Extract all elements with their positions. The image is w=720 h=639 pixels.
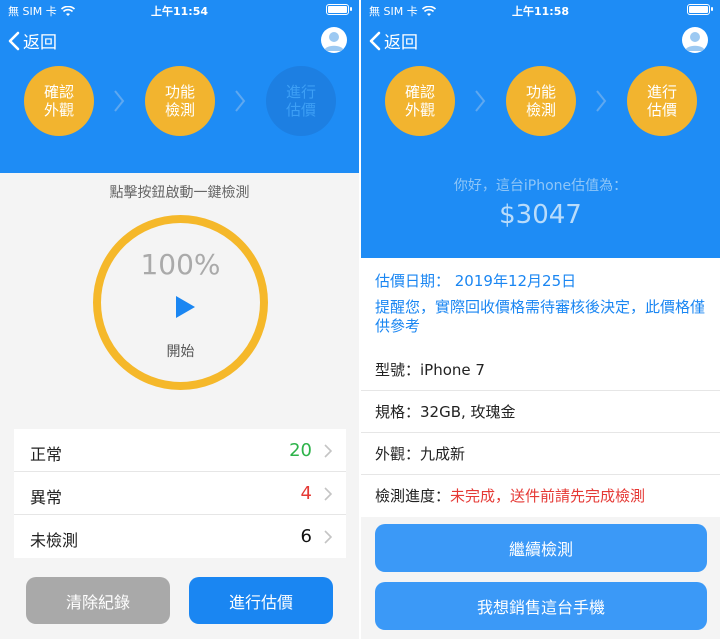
spec-value: iPhone 7	[420, 361, 485, 379]
estimate-note: 提醒您，實際回收價格需待審核後決定，此價格僅供參考	[375, 298, 706, 335]
step-label-line1: 進行	[285, 83, 316, 101]
chevron-left-icon	[8, 31, 20, 50]
battery-icon	[326, 4, 352, 15]
chevron-right-icon	[235, 90, 246, 112]
step-label-line1: 功能	[525, 83, 556, 101]
status-bar: 無 SIM 卡 上午11:54	[0, 0, 359, 20]
status-time: 上午11:54	[150, 5, 208, 18]
instruction-text: 點擊按鈕啟動一鍵檢測	[109, 185, 250, 201]
step-label-line2: 估價	[285, 101, 316, 119]
user-silhouette-icon	[324, 32, 344, 51]
result-row-abnormal[interactable]: 異常 4	[14, 472, 346, 515]
step-label-line2: 外觀	[404, 101, 435, 119]
progress-percent: 100%	[140, 248, 221, 281]
step-indicator: 確認 外觀 功能 檢測 進行 估價	[361, 66, 720, 136]
step-confirm-appearance: 確認 外觀	[24, 66, 94, 136]
sell-phone-button[interactable]: 我想銷售這台手機	[375, 582, 707, 630]
status-time: 上午11:58	[511, 5, 569, 18]
chevron-left-icon	[369, 31, 381, 50]
step-label-line1: 功能	[164, 83, 195, 101]
device-spec-list: 型號：iPhone 7 規格：32GB, 玫瑰金 外觀：九成新 檢測進度：未完成…	[361, 349, 720, 517]
result-row-normal[interactable]: 正常 20	[14, 429, 346, 472]
spec-label: 型號：	[375, 361, 421, 379]
estimate-date: 估價日期： 2019年12月25日	[375, 272, 577, 290]
chevron-right-icon	[596, 90, 607, 112]
spec-warning-value: 未完成，送件前請先完成檢測	[450, 487, 646, 505]
battery-fill	[328, 6, 347, 13]
check-screen: 無 SIM 卡 上午11:54 返回 確認 外觀 功能 檢測 進行 估價 點擊按鈕啟動…	[0, 0, 359, 639]
step-label: 功能 檢測	[526, 83, 556, 119]
spec-model: 型號：iPhone 7	[361, 349, 720, 391]
spec-value: 九成新	[420, 445, 466, 463]
step-estimate: 進行 估價	[266, 66, 336, 136]
step-label-line2: 檢測	[525, 101, 556, 119]
chevron-right-icon	[475, 90, 486, 112]
status-bar: 無 SIM 卡 上午11:58	[361, 0, 720, 20]
back-label: 返回	[384, 33, 418, 53]
chevron-right-icon	[324, 487, 332, 501]
row-label: 正常	[30, 445, 63, 464]
back-button[interactable]: 返回	[8, 28, 57, 53]
row-label: 異常	[30, 488, 63, 507]
nav-bar: 返回	[0, 24, 359, 58]
spec-label: 外觀：	[375, 445, 421, 463]
step-label: 確認 外觀	[44, 83, 74, 119]
user-silhouette-icon	[685, 32, 705, 51]
continue-check-button[interactable]: 繼續檢測	[375, 524, 707, 572]
clear-records-button[interactable]: 清除紀錄	[26, 577, 170, 624]
estimate-info: 估價日期： 2019年12月25日 提醒您，實際回收價格需待審核後決定，此價格僅…	[361, 258, 720, 352]
step-function-check: 功能 檢測	[506, 66, 576, 136]
nav-bar: 返回	[361, 24, 720, 58]
result-list: 正常 20 異常 4 未檢測 6	[14, 429, 346, 558]
step-confirm-appearance: 確認 外觀	[385, 66, 455, 136]
step-label: 進行 估價	[286, 83, 316, 119]
user-avatar-icon[interactable]	[682, 27, 708, 53]
battery-icon	[687, 4, 713, 15]
user-avatar-icon[interactable]	[321, 27, 347, 53]
chevron-right-icon	[324, 444, 332, 458]
progress-ring: 100% 開始	[93, 215, 268, 390]
step-label-line1: 進行	[646, 83, 677, 101]
spec-check-progress: 檢測進度：未完成，送件前請先完成檢測	[361, 475, 720, 517]
header: 無 SIM 卡 上午11:58 返回 確認 外觀 功能 檢測 進行 估價 你好，這台i…	[361, 0, 720, 258]
spec-value: 32GB, 玫瑰金	[420, 403, 516, 421]
chevron-right-icon	[114, 90, 125, 112]
play-icon[interactable]	[173, 295, 197, 319]
estimate-screen: 無 SIM 卡 上午11:58 返回 確認 外觀 功能 檢測 進行 估價 你好，這台i…	[361, 0, 720, 639]
row-count: 20	[289, 440, 312, 461]
step-function-check: 功能 檢測	[145, 66, 215, 136]
row-count: 4	[300, 483, 312, 504]
header: 無 SIM 卡 上午11:54 返回 確認 外觀 功能 檢測 進行 估價	[0, 0, 359, 173]
start-estimate-button[interactable]: 進行估價	[189, 577, 333, 624]
start-label[interactable]: 開始	[101, 341, 260, 361]
estimated-price: $3047	[499, 200, 582, 230]
spec-label: 檢測進度：	[375, 487, 451, 505]
step-label-line1: 確認	[404, 83, 435, 101]
step-indicator: 確認 外觀 功能 檢測 進行 估價	[0, 66, 359, 136]
step-label: 功能 檢測	[165, 83, 195, 119]
spec-appearance: 外觀：九成新	[361, 433, 720, 475]
result-row-unchecked[interactable]: 未檢測 6	[14, 515, 346, 558]
step-label: 確認 外觀	[405, 83, 435, 119]
step-label-line2: 估價	[646, 101, 677, 119]
chevron-right-icon	[324, 530, 332, 544]
battery-fill	[689, 6, 708, 13]
step-label-line2: 外觀	[43, 101, 74, 119]
back-label: 返回	[23, 33, 57, 53]
step-label-line1: 確認	[43, 83, 74, 101]
greeting-text: 你好，這台iPhone估值為：	[453, 178, 628, 194]
row-label: 未檢測	[30, 531, 79, 550]
step-label-line2: 檢測	[164, 101, 195, 119]
step-estimate: 進行 估價	[627, 66, 697, 136]
step-label: 進行 估價	[647, 83, 677, 119]
spec-capacity: 規格：32GB, 玫瑰金	[361, 391, 720, 433]
spec-label: 規格：	[375, 403, 421, 421]
back-button[interactable]: 返回	[369, 28, 418, 53]
row-count: 6	[300, 526, 312, 547]
